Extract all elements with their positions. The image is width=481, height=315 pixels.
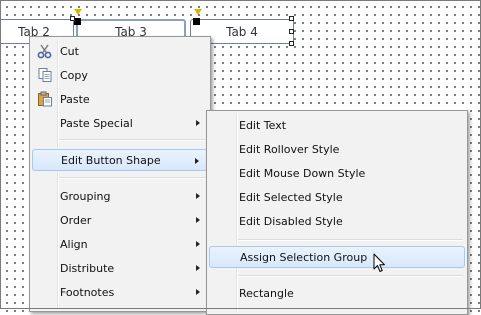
edit-button-shape-submenu: Edit Text Edit Rollover Style Edit Mouse… — [206, 110, 468, 315]
menu-separator — [238, 239, 463, 241]
submenu-arrow-icon — [196, 193, 200, 199]
menu-item-edit-button-shape[interactable]: Edit Button Shape — [32, 149, 208, 171]
menu-item-label: Rectangle — [239, 286, 294, 300]
menu-item-label: Footnotes — [60, 285, 115, 299]
menu-item-order[interactable]: Order — [32, 209, 208, 231]
menu-item-footnotes[interactable]: Footnotes — [32, 281, 208, 303]
resize-handle[interactable] — [289, 16, 294, 21]
context-menu: Cut Copy Paste Paste Special Edit Button… — [29, 36, 211, 312]
menu-item-label: Edit Rollover Style — [239, 142, 340, 156]
menu-item-grouping[interactable]: Grouping — [32, 185, 208, 207]
selection-corner-marker — [74, 18, 81, 25]
selection-corner-marker — [193, 18, 200, 25]
submenu-arrow-icon — [196, 217, 200, 223]
menu-item-paste-special[interactable]: Paste Special — [32, 112, 208, 134]
submenu-item-edit-mouse-down-style[interactable]: Edit Mouse Down Style — [209, 162, 465, 184]
menu-item-label: Edit Selected Style — [239, 190, 343, 204]
menu-item-label: Edit Text — [239, 118, 287, 132]
resize-handle[interactable] — [289, 29, 294, 34]
scissors-icon — [37, 44, 52, 59]
submenu-item-edit-selected-style[interactable]: Edit Selected Style — [209, 186, 465, 208]
resize-handle[interactable] — [70, 16, 75, 21]
submenu-item-rectangle[interactable]: Rectangle — [209, 282, 465, 304]
menu-separator — [238, 275, 463, 277]
menu-item-distribute[interactable]: Distribute — [32, 257, 208, 279]
menu-item-label: Cut — [60, 44, 79, 58]
menu-item-label: Assign Selection Group — [240, 250, 368, 264]
menu-item-cut[interactable]: Cut — [32, 40, 208, 62]
submenu-arrow-icon — [196, 289, 200, 295]
submenu-item-edit-text[interactable]: Edit Text — [209, 114, 465, 136]
menu-separator — [59, 139, 206, 141]
pin-icon — [194, 9, 202, 15]
submenu-arrow-icon — [196, 265, 200, 271]
copy-icon — [38, 68, 52, 82]
menu-item-paste[interactable]: Paste — [32, 88, 208, 110]
menu-item-label: Grouping — [60, 189, 111, 203]
submenu-item-assign-selection-group[interactable]: Assign Selection Group — [209, 246, 465, 268]
resize-handle[interactable] — [289, 41, 294, 46]
mouse-cursor-icon — [373, 253, 385, 272]
submenu-arrow-icon — [196, 241, 200, 247]
menu-item-label: Edit Disabled Style — [239, 214, 343, 228]
submenu-item-edit-disabled-style[interactable]: Edit Disabled Style — [209, 210, 465, 232]
tab-4-label: Tab 4 — [226, 24, 258, 39]
menu-item-copy[interactable]: Copy — [32, 64, 208, 86]
submenu-arrow-icon — [195, 158, 199, 164]
menu-item-label: Copy — [60, 68, 88, 82]
menu-item-label: Distribute — [60, 261, 115, 275]
menu-item-label: Paste Special — [60, 116, 133, 130]
paste-icon — [38, 91, 52, 107]
menu-item-label: Order — [60, 213, 92, 227]
submenu-arrow-icon — [196, 120, 200, 126]
menu-separator — [59, 177, 206, 179]
submenu-item-edit-rollover-style[interactable]: Edit Rollover Style — [209, 138, 465, 160]
pin-icon — [74, 9, 82, 15]
menu-item-label: Edit Button Shape — [61, 153, 161, 167]
menu-item-align[interactable]: Align — [32, 233, 208, 255]
menu-item-label: Paste — [60, 92, 90, 106]
menu-item-label: Align — [60, 237, 88, 251]
menu-item-label: Edit Mouse Down Style — [239, 166, 366, 180]
